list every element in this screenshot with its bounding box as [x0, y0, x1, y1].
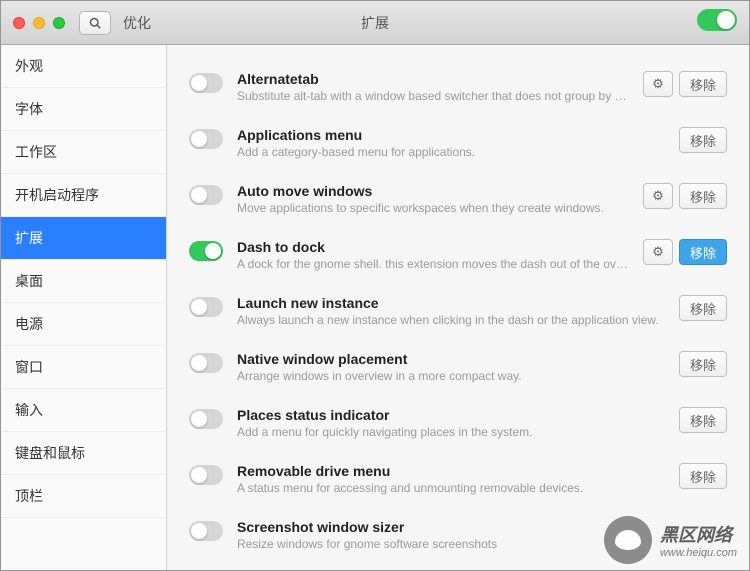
extension-toggle[interactable] [189, 129, 223, 149]
extension-description: A status menu for accessing and unmounti… [237, 481, 665, 495]
watermark-url: www.heiqu.com [660, 547, 737, 559]
minimize-button[interactable] [33, 17, 45, 29]
extension-remove-button[interactable]: 移除 [679, 295, 727, 321]
extension-title: Alternatetab [237, 71, 629, 87]
extension-remove-button[interactable]: 移除 [679, 127, 727, 153]
extension-toggle[interactable] [189, 297, 223, 317]
extension-row: Dash to dock A dock for the gnome shell. … [167, 227, 749, 283]
search-button[interactable] [79, 11, 111, 35]
extension-row: Native window placement Arrange windows i… [167, 339, 749, 395]
page-title: 扩展 [361, 13, 389, 33]
search-icon [89, 17, 101, 29]
extension-title: Launch new instance [237, 295, 665, 311]
content: 外观字体工作区开机启动程序扩展桌面电源窗口输入键盘和鼠标顶栏 Alternate… [1, 45, 749, 570]
extension-toggle[interactable] [189, 409, 223, 429]
titlebar: 优化 扩展 [1, 1, 749, 45]
extension-row: Launch new instance Always launch a new i… [167, 283, 749, 339]
extension-title: Native window placement [237, 351, 665, 367]
extension-remove-button[interactable]: 移除 [679, 407, 727, 433]
sidebar: 外观字体工作区开机启动程序扩展桌面电源窗口输入键盘和鼠标顶栏 [1, 45, 167, 570]
sidebar-item-2[interactable]: 工作区 [1, 131, 166, 174]
maximize-button[interactable] [53, 17, 65, 29]
watermark-title: 黑区网络 [660, 521, 737, 547]
window-controls [1, 17, 65, 29]
extension-description: Add a category-based menu for applicatio… [237, 145, 665, 159]
extension-title: Applications menu [237, 127, 665, 143]
extension-toggle[interactable] [189, 353, 223, 373]
extension-description: A dock for the gnome shell. this extensi… [237, 257, 629, 271]
extension-title: Auto move windows [237, 183, 629, 199]
extension-row: Removable drive menu A status menu for ac… [167, 451, 749, 507]
extension-toggle[interactable] [189, 241, 223, 261]
extension-toggle[interactable] [189, 185, 223, 205]
sidebar-item-1[interactable]: 字体 [1, 88, 166, 131]
extension-toggle[interactable] [189, 465, 223, 485]
extension-row: Places status indicator Add a menu for qu… [167, 395, 749, 451]
extension-remove-button[interactable]: 移除 [679, 463, 727, 489]
extension-settings-button[interactable]: ⚙ [643, 71, 673, 97]
extension-remove-button[interactable]: 移除 [679, 239, 727, 265]
extensions-list: Alternatetab Substitute alt-tab with a wi… [167, 45, 749, 570]
extension-description: Always launch a new instance when clicki… [237, 313, 665, 327]
extension-row: Applications menu Add a category-based me… [167, 115, 749, 171]
sidebar-item-3[interactable]: 开机启动程序 [1, 174, 166, 217]
sidebar-item-0[interactable]: 外观 [1, 45, 166, 88]
toggle-switch[interactable] [697, 9, 737, 31]
extension-settings-button[interactable]: ⚙ [643, 183, 673, 209]
extension-row: Auto move windows Move applications to sp… [167, 171, 749, 227]
close-button[interactable] [13, 17, 25, 29]
sidebar-item-4[interactable]: 扩展 [1, 217, 166, 260]
sidebar-item-7[interactable]: 窗口 [1, 346, 166, 389]
extension-row: Alternatetab Substitute alt-tab with a wi… [167, 59, 749, 115]
extension-remove-button[interactable]: 移除 [679, 351, 727, 377]
gear-icon: ⚙ [652, 188, 664, 204]
extension-title: Places status indicator [237, 407, 665, 423]
extension-description: Move applications to specific workspaces… [237, 201, 629, 215]
extension-description: Arrange windows in overview in a more co… [237, 369, 665, 383]
watermark-icon [604, 516, 652, 564]
sidebar-item-10[interactable]: 顶栏 [1, 475, 166, 518]
master-extensions-toggle[interactable] [697, 9, 737, 36]
app-window: 优化 扩展 外观字体工作区开机启动程序扩展桌面电源窗口输入键盘和鼠标顶栏 Alt… [0, 0, 750, 571]
extension-remove-button[interactable]: 移除 [679, 71, 727, 97]
extension-remove-button[interactable]: 移除 [679, 183, 727, 209]
extension-settings-button[interactable]: ⚙ [643, 239, 673, 265]
gear-icon: ⚙ [652, 244, 664, 260]
extension-title: Dash to dock [237, 239, 629, 255]
extension-toggle[interactable] [189, 521, 223, 541]
extension-toggle[interactable] [189, 73, 223, 93]
extension-description: Add a menu for quickly navigating places… [237, 425, 665, 439]
extension-description: Substitute alt-tab with a window based s… [237, 89, 629, 103]
sidebar-item-8[interactable]: 输入 [1, 389, 166, 432]
sidebar-item-5[interactable]: 桌面 [1, 260, 166, 303]
sidebar-item-9[interactable]: 键盘和鼠标 [1, 432, 166, 475]
app-name: 优化 [123, 13, 151, 33]
watermark: 黑区网络 www.heiqu.com [604, 516, 737, 564]
gear-icon: ⚙ [652, 76, 664, 92]
sidebar-item-6[interactable]: 电源 [1, 303, 166, 346]
extension-title: Removable drive menu [237, 463, 665, 479]
